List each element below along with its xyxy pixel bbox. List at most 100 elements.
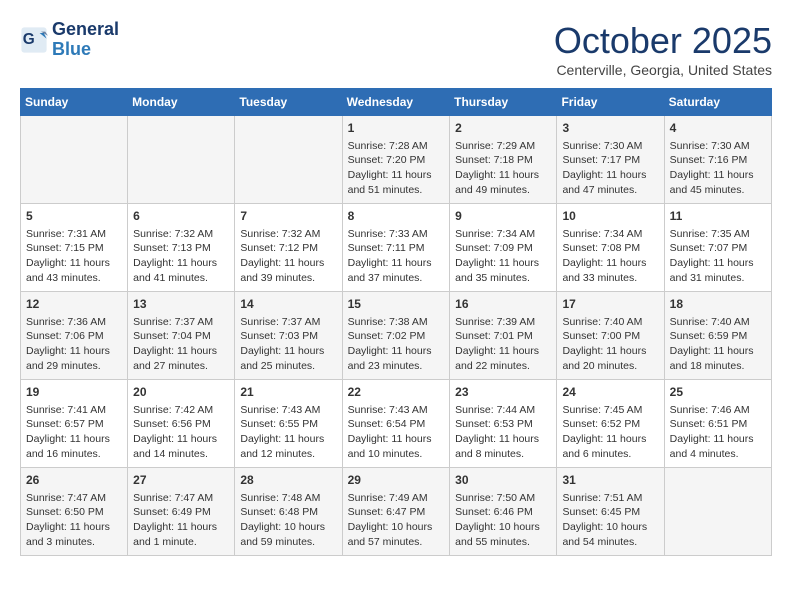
- day-number: 17: [562, 296, 658, 313]
- day-content-line: and 59 minutes.: [240, 535, 336, 550]
- day-content-line: Sunrise: 7:31 AM: [26, 227, 122, 242]
- day-content-line: Sunset: 7:06 PM: [26, 329, 122, 344]
- day-content-line: Sunset: 7:20 PM: [348, 153, 445, 168]
- day-content-line: and 57 minutes.: [348, 535, 445, 550]
- day-content-line: Daylight: 11 hours: [133, 256, 229, 271]
- day-content-line: and 1 minute.: [133, 535, 229, 550]
- day-content-line: Daylight: 11 hours: [562, 256, 658, 271]
- day-content-line: Daylight: 11 hours: [348, 256, 445, 271]
- calendar-day-13: 13Sunrise: 7:37 AMSunset: 7:04 PMDayligh…: [128, 292, 235, 380]
- calendar-day-10: 10 Sunrise: 7:34 AMSunset: 7:08 PMDayligh…: [557, 204, 664, 292]
- day-content-line: Sunrise: 7:46 AM: [670, 403, 766, 418]
- day-content-line: Sunset: 7:08 PM: [562, 241, 658, 256]
- day-number: 8: [348, 208, 445, 225]
- day-content-line: Sunrise: 7:44 AM: [455, 403, 551, 418]
- day-content-line: Sunrise: 7:34 AM: [562, 227, 658, 242]
- day-content-line: Sunrise: 7:37 AM: [240, 315, 336, 330]
- day-content-line: and 4 minutes.: [670, 447, 766, 462]
- day-number: 10: [562, 208, 658, 225]
- day-content-line: Sunrise: 7:45 AM: [562, 403, 658, 418]
- day-content-line: Sunset: 6:51 PM: [670, 417, 766, 432]
- day-content-line: Sunrise: 7:43 AM: [348, 403, 445, 418]
- day-number: 12: [26, 296, 122, 313]
- column-header-friday: Friday: [557, 89, 664, 116]
- day-content-line: Sunrise: 7:36 AM: [26, 315, 122, 330]
- day-number: 2: [455, 120, 551, 137]
- day-content-line: Daylight: 11 hours: [562, 168, 658, 183]
- day-content-line: and 29 minutes.: [26, 359, 122, 374]
- day-content-line: Daylight: 11 hours: [455, 168, 551, 183]
- day-content-line: Sunset: 6:59 PM: [670, 329, 766, 344]
- day-content-line: Daylight: 10 hours: [348, 520, 445, 535]
- column-header-monday: Monday: [128, 89, 235, 116]
- day-content-line: and 54 minutes.: [562, 535, 658, 550]
- calendar-day-14: 14Sunrise: 7:37 AMSunset: 7:03 PMDayligh…: [235, 292, 342, 380]
- day-content-line: Daylight: 11 hours: [240, 344, 336, 359]
- day-content-line: and 35 minutes.: [455, 271, 551, 286]
- day-content-line: Sunrise: 7:40 AM: [562, 315, 658, 330]
- day-content-line: Daylight: 11 hours: [240, 256, 336, 271]
- calendar-day-11: 11Sunrise: 7:35 AMSunset: 7:07 PMDayligh…: [664, 204, 771, 292]
- day-content-line: Sunset: 6:48 PM: [240, 505, 336, 520]
- day-number: 4: [670, 120, 766, 137]
- day-number: 23: [455, 384, 551, 401]
- day-content-line: and 55 minutes.: [455, 535, 551, 550]
- calendar-week-row: 12 Sunrise: 7:36 AMSunset: 7:06 PM Dayligh…: [21, 292, 772, 380]
- day-content-line: and 8 minutes.: [455, 447, 551, 462]
- day-content-line: Sunset: 7:00 PM: [562, 329, 658, 344]
- calendar-day-27: 27Sunrise: 7:47 AMSunset: 6:49 PMDayligh…: [128, 468, 235, 556]
- logo-text: General Blue: [52, 20, 119, 60]
- day-content-line: Sunset: 7:13 PM: [133, 241, 229, 256]
- day-content-line: Sunrise: 7:47 AM: [133, 491, 229, 506]
- calendar-day-26: 26Sunrise: 7:47 AMSunset: 6:50 PMDayligh…: [21, 468, 128, 556]
- calendar-day-28: 28Sunrise: 7:48 AMSunset: 6:48 PMDayligh…: [235, 468, 342, 556]
- day-number: 29: [348, 472, 445, 489]
- day-content-line: Sunrise: 7:41 AM: [26, 403, 122, 418]
- calendar-week-row: 19Sunrise: 7:41 AMSunset: 6:57 PMDayligh…: [21, 380, 772, 468]
- day-content-line: and 49 minutes.: [455, 183, 551, 198]
- location-subtitle: Centerville, Georgia, United States: [554, 62, 772, 78]
- day-content-line: and 43 minutes.: [26, 271, 122, 286]
- day-content-line: Sunrise: 7:35 AM: [670, 227, 766, 242]
- calendar-empty-cell: [235, 116, 342, 204]
- day-content-line: Daylight: 11 hours: [670, 168, 766, 183]
- day-number: 14: [240, 296, 336, 313]
- calendar-day-22: 22Sunrise: 7:43 AMSunset: 6:54 PMDayligh…: [342, 380, 450, 468]
- day-content-line: Daylight: 11 hours: [455, 256, 551, 271]
- day-number: 3: [562, 120, 658, 137]
- calendar-day-7: 7Sunrise: 7:32 AMSunset: 7:12 PMDaylight…: [235, 204, 342, 292]
- day-content-line: Sunrise: 7:32 AM: [133, 227, 229, 242]
- calendar-day-5: 5Sunrise: 7:31 AMSunset: 7:15 PMDaylight…: [21, 204, 128, 292]
- day-content-line: and 3 minutes.: [26, 535, 122, 550]
- calendar-day-12: 12Sunrise: 7:36 AMSunset: 7:06 PMDayligh…: [21, 292, 128, 380]
- day-content-line: Sunrise: 7:30 AM: [562, 139, 658, 154]
- day-content-line: Daylight: 11 hours: [670, 256, 766, 271]
- day-number: 20: [133, 384, 229, 401]
- day-content-line: Sunset: 6:45 PM: [562, 505, 658, 520]
- day-content-line: Sunrise: 7:28 AM: [348, 139, 445, 154]
- day-content-line: Daylight: 11 hours: [348, 432, 445, 447]
- day-number: 28: [240, 472, 336, 489]
- day-number: 6: [133, 208, 229, 225]
- day-content-line: and 51 minutes.: [348, 183, 445, 198]
- day-content-line: Sunset: 7:02 PM: [348, 329, 445, 344]
- day-number: 18: [670, 296, 766, 313]
- day-content-line: Daylight: 11 hours: [240, 432, 336, 447]
- calendar-day-16: 16Sunrise: 7:39 AMSunset: 7:01 PMDayligh…: [450, 292, 557, 380]
- day-content-line: Sunset: 7:04 PM: [133, 329, 229, 344]
- calendar-day-21: 21Sunrise: 7:43 AMSunset: 6:55 PMDayligh…: [235, 380, 342, 468]
- page-header: G General Blue October 2025 Centerville,…: [20, 20, 772, 78]
- calendar-day-4: 4Sunrise: 7:30 AMSunset: 7:16 PMDaylight…: [664, 116, 771, 204]
- calendar-day-17: 17Sunrise: 7:40 AMSunset: 7:00 PMDayligh…: [557, 292, 664, 380]
- day-content-line: Sunset: 7:12 PM: [240, 241, 336, 256]
- day-content-line: Daylight: 11 hours: [562, 432, 658, 447]
- day-content-line: Sunrise: 7:49 AM: [348, 491, 445, 506]
- day-content-line: Daylight: 11 hours: [348, 344, 445, 359]
- day-content-line: Daylight: 10 hours: [455, 520, 551, 535]
- day-content-line: Sunrise: 7:30 AM: [670, 139, 766, 154]
- day-content-line: Sunset: 7:17 PM: [562, 153, 658, 168]
- calendar-day-18: 18Sunrise: 7:40 AMSunset: 6:59 PMDayligh…: [664, 292, 771, 380]
- day-content-line: and 20 minutes.: [562, 359, 658, 374]
- day-number: 26: [26, 472, 122, 489]
- title-block: October 2025 Centerville, Georgia, Unite…: [554, 20, 772, 78]
